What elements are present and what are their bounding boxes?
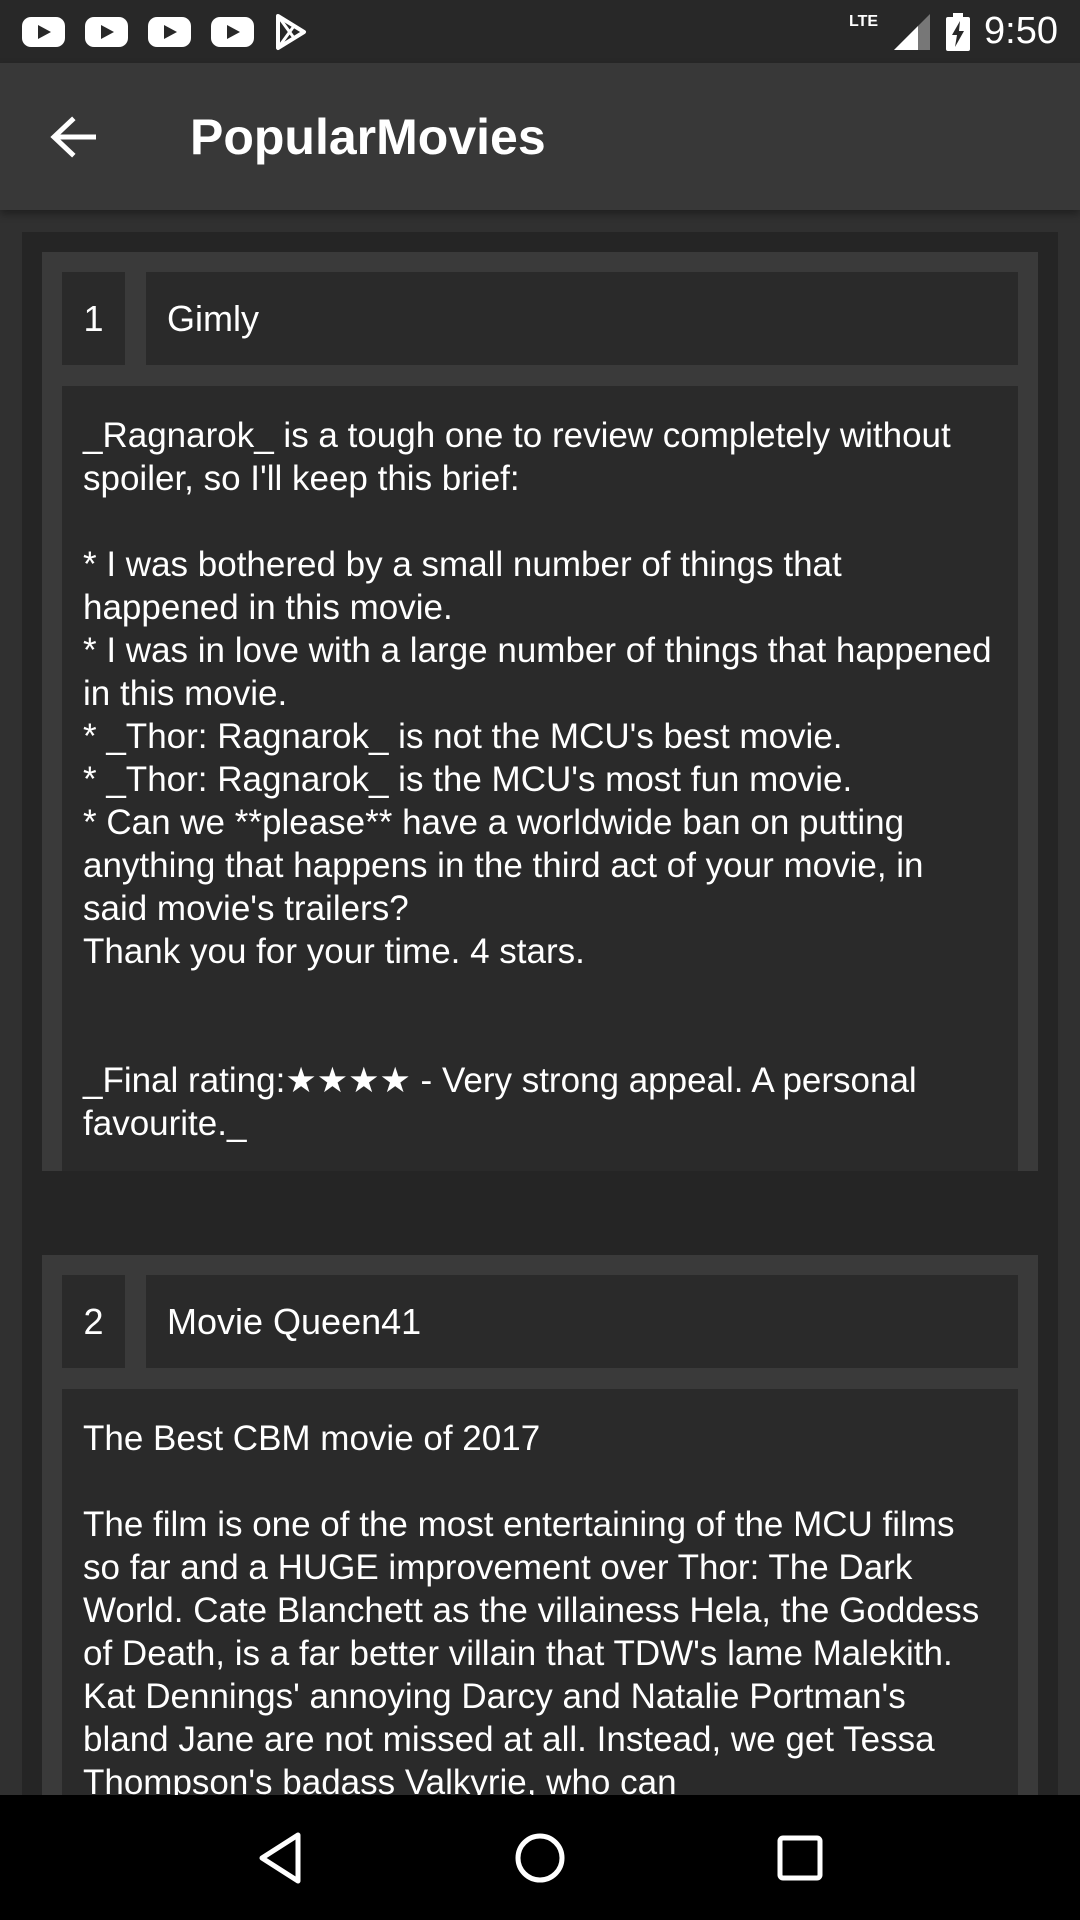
home-circle-icon xyxy=(515,1833,565,1882)
battery-charging-icon xyxy=(946,12,971,51)
youtube-icon xyxy=(148,16,191,47)
review-author: Gimly xyxy=(146,272,1018,365)
arrow-back-icon xyxy=(50,115,96,158)
network-type-label: LTE xyxy=(849,12,879,30)
youtube-icon xyxy=(85,16,128,47)
review-card: 2 Movie Queen41 The Best CBM movie of 20… xyxy=(42,1255,1038,1795)
review-index: 1 xyxy=(62,272,125,365)
review-header: 2 Movie Queen41 xyxy=(62,1275,1018,1368)
reviews-list[interactable]: 1 Gimly _Ragnarok_ is a tough one to rev… xyxy=(22,232,1058,1795)
back-button[interactable] xyxy=(28,92,118,182)
youtube-icon xyxy=(211,16,254,47)
app-bar: PopularMovies xyxy=(0,63,1080,210)
recents-square-icon xyxy=(777,1835,823,1880)
nav-recents-button[interactable] xyxy=(770,1828,830,1888)
review-content: _Ragnarok_ is a tough one to review comp… xyxy=(62,386,1018,1171)
status-time: 9:50 xyxy=(984,10,1058,52)
system-status: LTE 9:50 xyxy=(849,10,1058,53)
notification-icons xyxy=(22,13,310,51)
nav-home-button[interactable] xyxy=(510,1828,570,1888)
review-author: Movie Queen41 xyxy=(146,1275,1018,1368)
page-title: PopularMovies xyxy=(190,108,546,165)
back-triangle-icon xyxy=(259,1832,301,1883)
play-store-icon xyxy=(276,13,306,50)
review-content: The Best CBM movie of 2017 The film is o… xyxy=(62,1389,1018,1795)
review-header: 1 Gimly xyxy=(62,272,1018,365)
youtube-icon xyxy=(22,16,65,47)
review-card: 1 Gimly _Ragnarok_ is a tough one to rev… xyxy=(42,252,1038,1171)
nav-back-button[interactable] xyxy=(250,1828,310,1888)
review-index: 2 xyxy=(62,1275,125,1368)
status-bar: LTE 9:50 xyxy=(0,0,1080,63)
navigation-bar xyxy=(0,1795,1080,1920)
signal-icon xyxy=(894,13,931,50)
